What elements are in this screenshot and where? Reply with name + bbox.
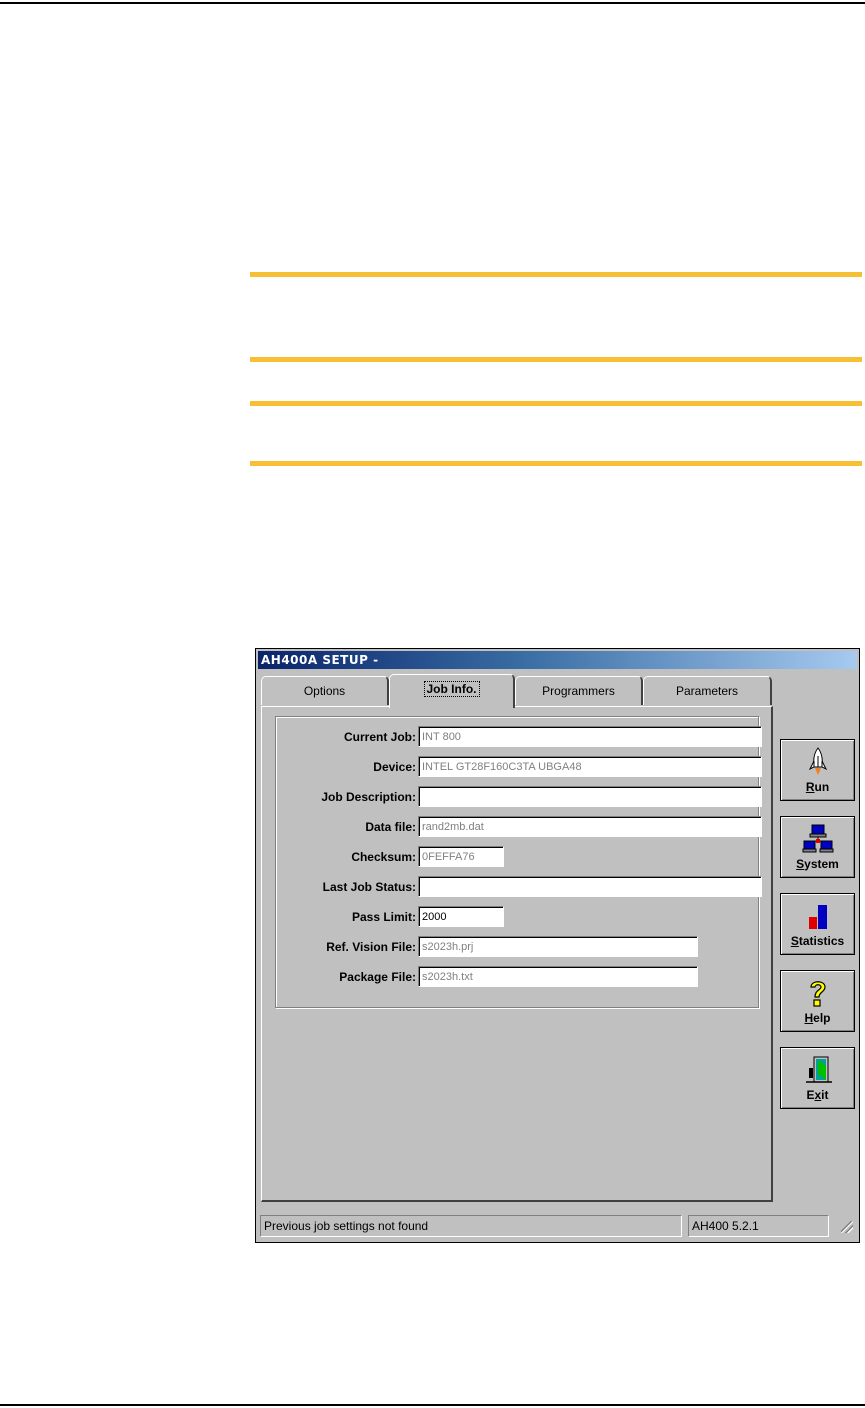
note-rule-2 [250,357,862,362]
package-file-field[interactable]: s2023h.txt [418,966,698,987]
ref-vision-file-label: Ref. Vision File: [326,940,416,954]
top-rule [0,2,865,4]
setup-window: AH400A SETUP - Options Job Info. Program… [255,648,860,1243]
tab-parameters-label: Parameters [675,684,739,698]
statistics-button[interactable]: Statistics [780,893,855,955]
status-version: AH400 5.2.1 [688,1215,829,1237]
data-file-label: Data file: [365,820,416,834]
current-job-field[interactable]: INT 800 [418,726,762,747]
note-rule-3 [250,401,862,406]
system-label: System [796,857,839,871]
tab-job-info-label: Job Info. [423,681,480,697]
job-info-group: Current Job: INT 800 Device: INTEL GT28F… [275,716,762,1008]
question-mark-icon [809,981,826,1007]
resize-grip[interactable] [841,1221,853,1233]
statistics-label: Statistics [790,934,845,948]
data-file-field[interactable]: rand2mb.dat [418,816,762,837]
checksum-field[interactable]: 0FEFFA76 [418,846,504,867]
exit-door-icon [805,1056,832,1083]
tab-options-label: Options [303,684,346,698]
title-bar[interactable]: AH400A SETUP - [258,651,857,669]
note-rule-1 [250,272,862,277]
device-field[interactable]: INTEL GT28F160C3TA UBGA48 [418,756,762,777]
pass-limit-field[interactable]: 2000 [418,906,504,927]
last-job-status-field[interactable] [418,876,762,897]
help-label: Help [804,1011,831,1025]
last-job-status-label: Last Job Status: [322,880,416,894]
tab-programmers-label: Programmers [542,684,615,698]
tab-parameters[interactable]: Parameters [643,676,772,705]
job-info-panel: Current Job: INT 800 Device: INTEL GT28F… [261,706,773,1202]
bar-chart-icon [808,905,827,929]
package-file-label: Package File: [339,970,416,984]
tab-programmers[interactable]: Programmers [515,676,643,705]
tab-job-info[interactable]: Job Info. [389,674,515,708]
rocket-icon [808,747,827,775]
job-description-label: Job Description: [321,790,416,804]
device-label: Device: [373,760,416,774]
status-bar: Previous job settings not found AH400 5.… [258,1215,857,1237]
tab-options[interactable]: Options [261,676,389,705]
job-description-field[interactable] [418,786,762,807]
pass-limit-label: Pass Limit: [351,910,416,924]
network-icon [802,824,833,853]
help-button[interactable]: Help [780,970,855,1032]
window-title: AH400A SETUP - [261,653,379,667]
run-label: Run [805,780,830,794]
run-button[interactable]: Run [780,739,855,801]
system-button[interactable]: System [780,816,855,878]
exit-label: Exit [806,1088,829,1102]
bottom-rule [0,1404,865,1406]
checksum-label: Checksum: [351,850,416,864]
note-rule-4 [250,461,862,466]
ref-vision-file-field[interactable]: s2023h.prj [418,936,698,957]
current-job-label: Current Job: [344,730,416,744]
exit-button[interactable]: Exit [780,1047,855,1109]
status-message: Previous job settings not found [260,1215,682,1237]
